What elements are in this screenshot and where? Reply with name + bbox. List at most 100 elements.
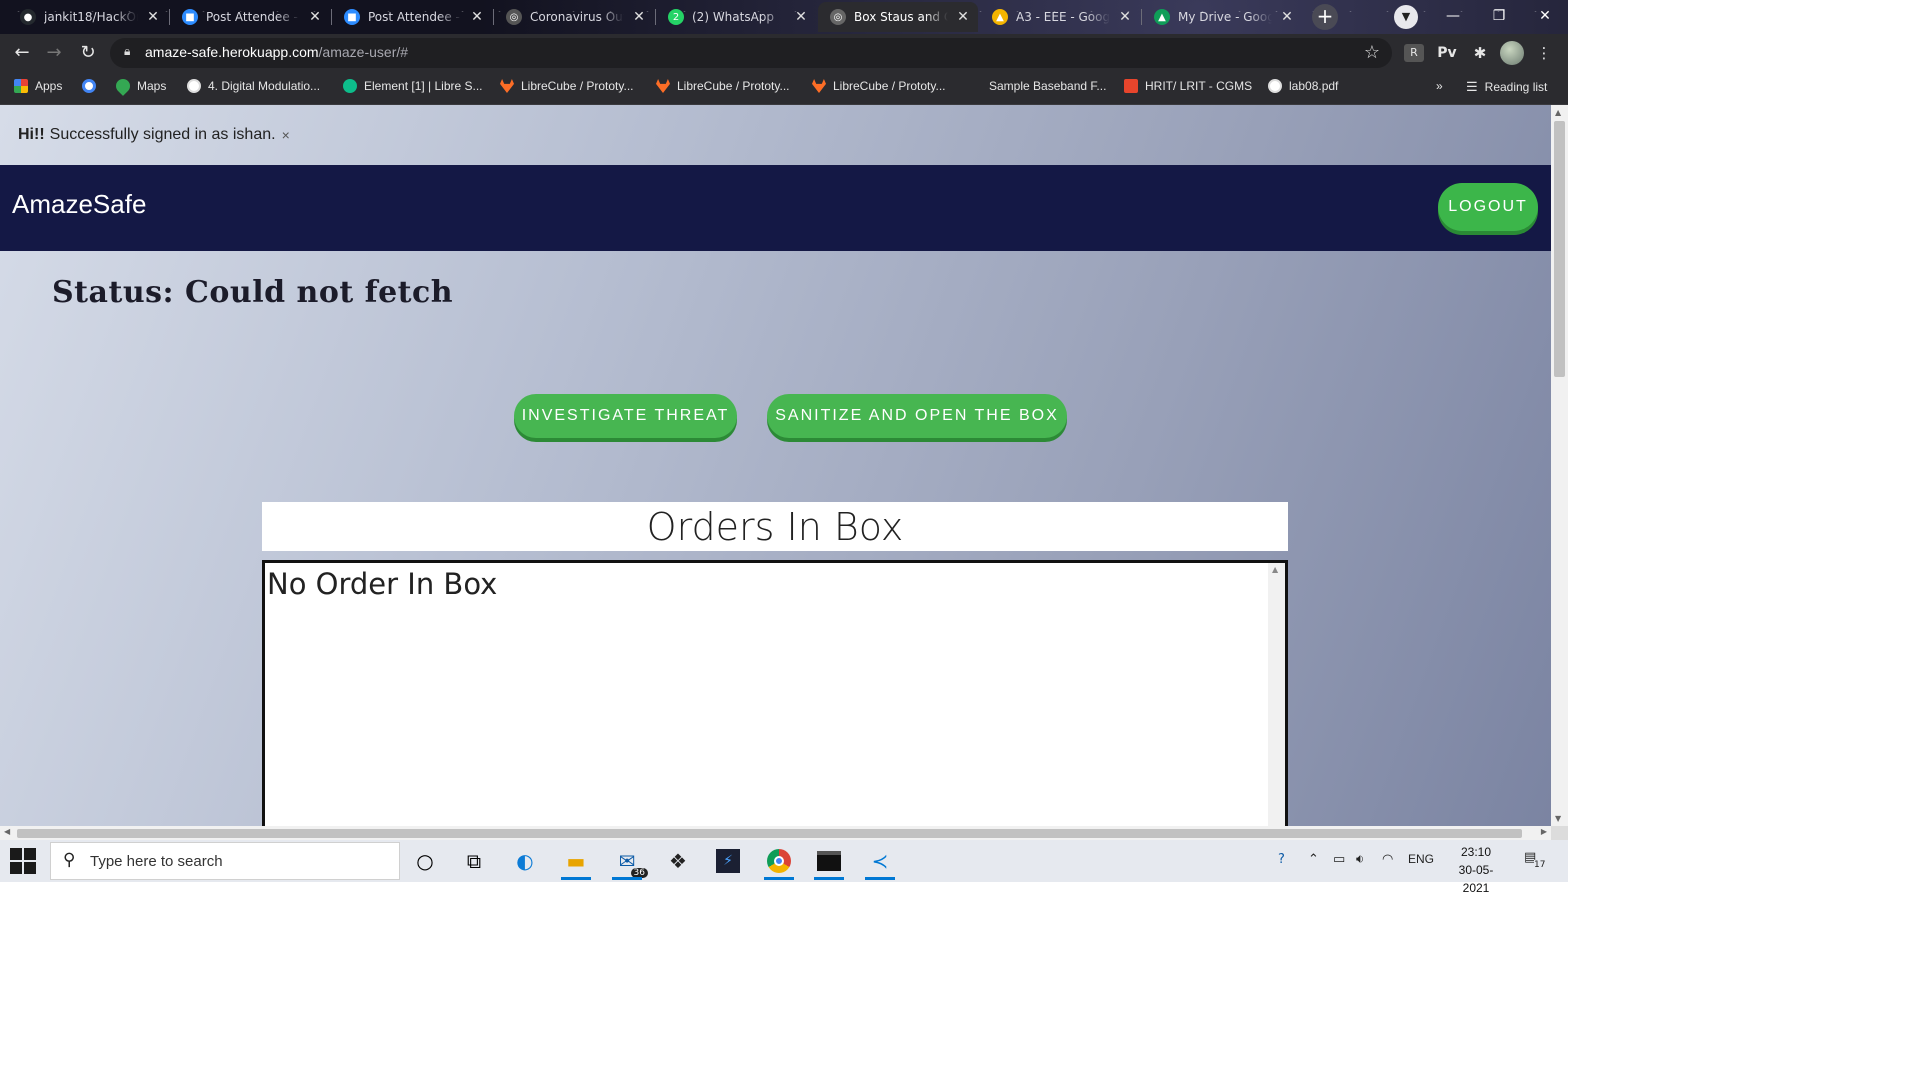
browser-tab-strip: ● jankit18/HackOn ✕ ■ Post Attendee - Z ✕ ■ Pos… <box>0 0 1568 34</box>
url-host: amaze-safe.herokuapp.com <box>145 44 319 60</box>
back-icon[interactable]: ← <box>10 42 34 64</box>
app-icon[interactable]: ⚡︎ <box>711 846 745 876</box>
browser-tab[interactable]: ▲ A3 - EEE - Google ✕ <box>980 2 1140 32</box>
browser-tab[interactable]: ▲ My Drive - Googl ✕ <box>1142 2 1302 32</box>
edge-icon[interactable]: ◐ <box>508 846 542 876</box>
help-icon[interactable]: ? <box>1278 852 1285 867</box>
flash-text: Successfully signed in as ishan. <box>49 126 276 143</box>
notification-icon[interactable]: ▤ 17 <box>1524 850 1546 870</box>
maximize-icon[interactable]: ❐ <box>1476 0 1522 34</box>
scroll-down-icon[interactable]: ▼ <box>1555 814 1561 823</box>
close-tab-icon[interactable]: ✕ <box>470 9 484 25</box>
bookmark-label: HRIT/ LRIT - CGMS <box>1145 79 1253 93</box>
flash-close-icon[interactable]: × <box>282 127 290 143</box>
close-tab-icon[interactable]: ✕ <box>632 9 646 25</box>
close-tab-icon[interactable]: ✕ <box>956 9 970 25</box>
mail-icon[interactable]: ✉ 36 <box>610 846 648 880</box>
bookmark-label: LibreCube / Prototy... <box>677 79 790 93</box>
chrome-icon[interactable] <box>762 846 796 880</box>
more-bookmarks-icon[interactable]: » <box>1436 79 1443 93</box>
bookmark-item[interactable]: lab08.pdf <box>1268 79 1338 93</box>
logout-button[interactable]: LOGOUT <box>1438 183 1538 231</box>
cortana-icon[interactable]: ○ <box>408 846 442 876</box>
orders-scrollbar[interactable]: ▲ <box>1268 563 1285 826</box>
scroll-thumb[interactable] <box>17 829 1522 838</box>
volume-icon[interactable]: 🔉︎ <box>1356 852 1364 867</box>
browser-toolbar: ← → ↻ 🔒︎ amaze-safe.herokuapp.com/amaze-… <box>0 34 1568 72</box>
sanitize-open-box-button[interactable]: SANITIZE AND OPEN THE BOX <box>767 394 1067 438</box>
bookmark-item[interactable]: Maps <box>113 76 166 96</box>
wifi-icon[interactable]: ◠ <box>1382 852 1393 867</box>
address-bar[interactable]: 🔒︎ amaze-safe.herokuapp.com/amaze-user/#… <box>110 38 1392 68</box>
globe-icon <box>1268 79 1282 93</box>
extensions-puzzle-icon[interactable]: ✱ <box>1468 42 1492 64</box>
close-tab-icon[interactable]: ✕ <box>1280 9 1294 25</box>
scroll-left-icon[interactable]: ◀ <box>4 827 10 836</box>
bookmark-item[interactable]: Sample Baseband F... <box>968 79 1106 93</box>
close-tab-icon[interactable]: ✕ <box>146 9 160 25</box>
language-indicator[interactable]: ENG <box>1408 852 1434 866</box>
browser-tab[interactable]: ■ Post Attendee - Z ✕ <box>170 2 330 32</box>
profile-extension-label[interactable]: Pv <box>1434 42 1460 64</box>
browser-tab[interactable]: ■ Post Attendee - Z ✕ <box>332 2 492 32</box>
close-tab-icon[interactable]: ✕ <box>308 9 322 25</box>
forward-icon[interactable]: → <box>42 42 66 64</box>
reload-icon[interactable]: ↻ <box>76 42 100 64</box>
bookmark-label: Sample Baseband F... <box>989 79 1107 93</box>
bookmark-item[interactable]: LibreCube / Prototy... <box>812 79 946 93</box>
status-heading: Status: Could not fetch <box>52 275 454 310</box>
orders-list[interactable]: No Order In Box ▲ <box>262 560 1288 826</box>
investigate-threat-button[interactable]: INVESTIGATE THREAT <box>514 394 737 438</box>
tab-title: jankit18/HackOn <box>44 10 138 24</box>
dropbox-icon[interactable]: ❖ <box>661 846 695 876</box>
bookmark-item[interactable]: Element [1] | Libre S... <box>343 79 483 93</box>
bookmark-label: LibreCube / Prototy... <box>521 79 634 93</box>
browser-tab[interactable]: ◎ Box Staus and O ✕ <box>818 2 978 32</box>
scroll-up-icon[interactable]: ▲ <box>1272 565 1278 574</box>
scroll-up-icon[interactable]: ▲ <box>1555 108 1561 117</box>
bookmark-item[interactable] <box>82 79 96 93</box>
windows-start-icon[interactable] <box>10 848 36 874</box>
close-tab-icon[interactable]: ✕ <box>1118 9 1132 25</box>
taskbar-search-input[interactable]: ⚲ Type here to search <box>50 842 400 880</box>
bookmark-item[interactable]: Apps <box>14 79 62 93</box>
taskbar-clock[interactable]: 23:10 30-05-2021 <box>1447 843 1505 897</box>
avatar[interactable] <box>1500 41 1524 65</box>
new-tab-button[interactable]: + <box>1312 4 1338 30</box>
extension-icon[interactable]: R <box>1404 44 1424 62</box>
search-placeholder: Type here to search <box>90 853 223 870</box>
flash-greeting: Hi!! <box>18 126 45 143</box>
more-menu-icon[interactable]: ⋮ <box>1534 42 1554 64</box>
browser-tab[interactable]: 2 (2) WhatsApp ✕ <box>656 2 816 32</box>
bookmark-item[interactable]: HRIT/ LRIT - CGMS <box>1124 79 1252 93</box>
browser-tab[interactable]: ● jankit18/HackOn ✕ <box>8 2 168 32</box>
browser-tab[interactable]: ◎ Coronavirus Outb ✕ <box>494 2 654 32</box>
scroll-thumb[interactable] <box>1554 121 1565 377</box>
lock-icon: 🔒︎ <box>124 44 131 58</box>
tab-separator <box>169 9 170 25</box>
bookmark-label: Element [1] | Libre S... <box>364 79 483 93</box>
flash-message: Hi!! Successfully signed in as ishan. × <box>0 105 1551 165</box>
close-tab-icon[interactable]: ✕ <box>794 9 808 25</box>
vscode-icon[interactable]: ≺ <box>863 846 897 880</box>
minimize-icon[interactable]: — <box>1430 0 1476 34</box>
scroll-right-icon[interactable]: ▶ <box>1541 827 1547 836</box>
bookmark-star-icon[interactable]: ☆ <box>1364 42 1380 63</box>
page-horizontal-scrollbar[interactable]: ◀ ▶ <box>0 826 1551 840</box>
url-text[interactable]: amaze-safe.herokuapp.com/amaze-user/# <box>145 44 408 60</box>
brand-logo[interactable]: AmazeSafe <box>12 189 146 220</box>
task-view-icon[interactable]: ⧉ <box>457 846 491 876</box>
reading-list-label: Reading list <box>1484 80 1548 94</box>
terminal-icon[interactable] <box>812 846 846 880</box>
page-vertical-scrollbar[interactable]: ▲ ▼ <box>1551 105 1568 826</box>
tab-search-icon[interactable]: ▼ <box>1394 5 1418 29</box>
file-explorer-icon[interactable]: ▬ <box>559 846 593 880</box>
battery-icon[interactable]: ▭ <box>1333 852 1345 867</box>
bookmark-item[interactable]: LibreCube / Prototy... <box>500 79 634 93</box>
bookmark-item[interactable]: LibreCube / Prototy... <box>656 79 790 93</box>
bookmark-item[interactable]: 4. Digital Modulatio... <box>187 79 320 93</box>
reading-list-button[interactable]: ☰ Reading list <box>1466 79 1547 95</box>
window-close-icon[interactable]: ✕ <box>1522 0 1568 34</box>
tray-chevron-up-icon[interactable]: ⌃ <box>1308 852 1319 867</box>
scrollbar-corner <box>1551 826 1568 840</box>
